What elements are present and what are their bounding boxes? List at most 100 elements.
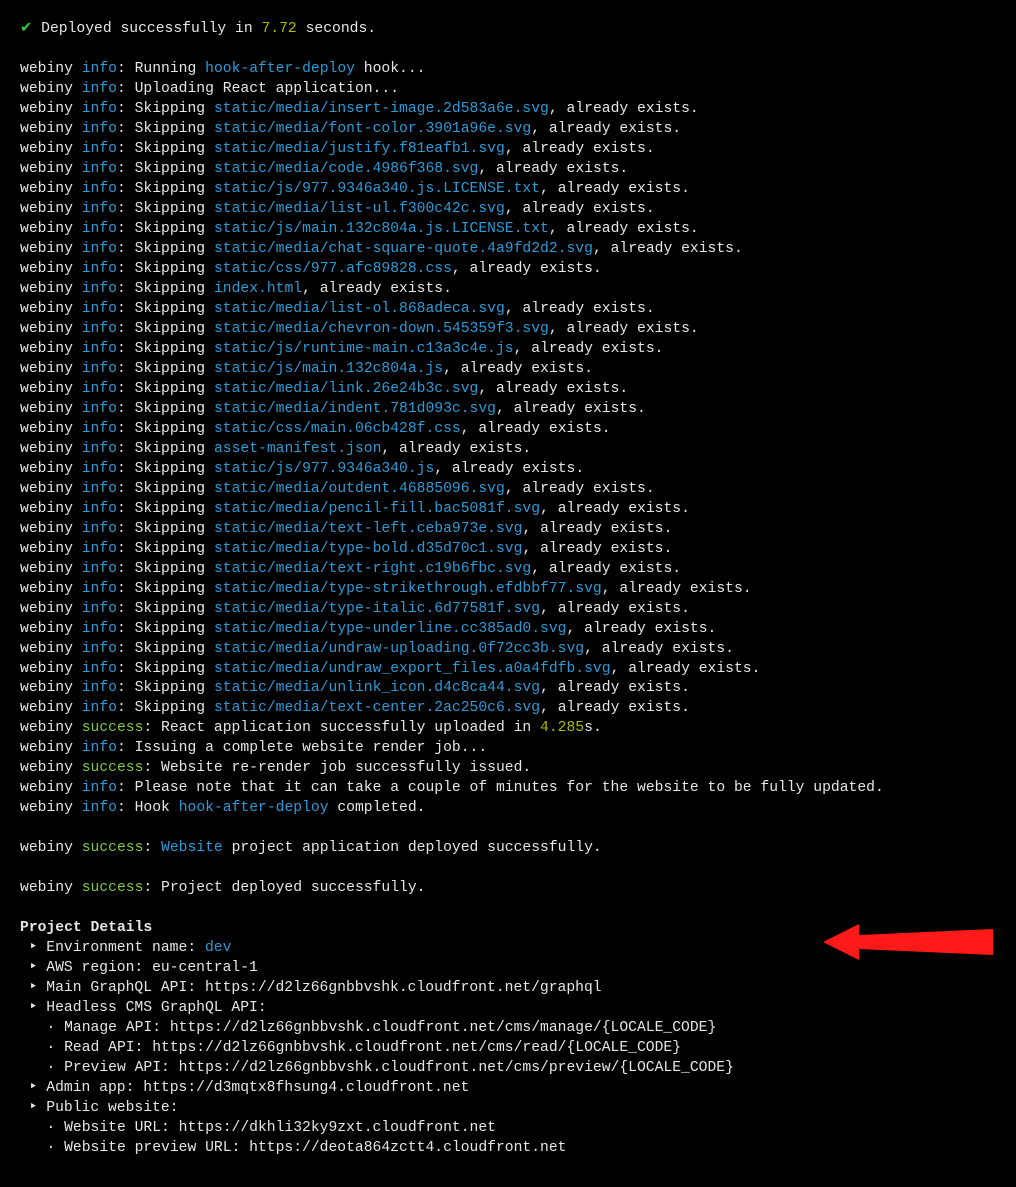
blank-line: [20, 40, 996, 60]
log-text: Skipping: [135, 601, 214, 617]
log-line: webiny info: Skipping static/css/977.afc…: [20, 260, 996, 280]
log-prefix: webiny: [20, 121, 82, 137]
log-line: webiny info: Skipping static/media/chat-…: [20, 240, 996, 260]
detail-label: ‣ Main GraphQL API:: [20, 980, 205, 996]
log-prefix: webiny: [20, 880, 82, 896]
log-prefix: webiny: [20, 621, 82, 637]
log-sep: :: [117, 361, 135, 377]
log-prefix: webiny: [20, 521, 82, 537]
log-text: , already exists.: [496, 401, 646, 417]
log-path: static/media/list-ol.868adeca.svg: [214, 301, 505, 317]
log-line: webiny info: Skipping asset-manifest.jso…: [20, 440, 996, 460]
log-sep: :: [117, 601, 135, 617]
log-text: , already exists.: [505, 481, 655, 497]
log-prefix: webiny: [20, 720, 82, 736]
log-text: hook...: [355, 61, 426, 77]
log-path: static/media/type-italic.6d77581f.svg: [214, 601, 540, 617]
log-text: Skipping: [135, 501, 214, 517]
log-prefix: webiny: [20, 680, 82, 696]
log-line: webiny info: Skipping static/media/type-…: [20, 600, 996, 620]
log-line: webiny info: Skipping static/js/main.132…: [20, 220, 996, 240]
blank-line: [20, 859, 996, 879]
detail-sub-value: · Read API: https://d2lz66gnbbvshk.cloud…: [20, 1040, 681, 1056]
log-line: webiny info: Skipping static/media/inser…: [20, 100, 996, 120]
log-prefix: webiny: [20, 261, 82, 277]
log-prefix: webiny: [20, 700, 82, 716]
log-level: info: [82, 121, 117, 137]
blank-line: [20, 819, 996, 839]
log-sep: :: [117, 561, 135, 577]
log-sep: :: [117, 481, 135, 497]
log-prefix: webiny: [20, 321, 82, 337]
log-sep: :: [117, 641, 135, 657]
log-path: static/js/977.9346a340.js.LICENSE.txt: [214, 181, 540, 197]
log-level: success: [82, 840, 144, 856]
log-text: Skipping: [135, 381, 214, 397]
log-text: , already exists.: [611, 661, 761, 677]
website-link-word: Website: [161, 840, 223, 856]
log-line: webiny info: Skipping static/media/font-…: [20, 120, 996, 140]
log-level: info: [82, 740, 117, 756]
log-prefix: webiny: [20, 381, 82, 397]
log-level: info: [82, 261, 117, 277]
terminal-output[interactable]: ✔ Deployed successfully in 7.72 seconds.…: [0, 0, 1016, 1187]
detail-sub-value: · Preview API: https://d2lz66gnbbvshk.cl…: [20, 1060, 734, 1076]
log-level: info: [82, 421, 117, 437]
log-text: Skipping: [135, 161, 214, 177]
log-text: Skipping: [135, 561, 214, 577]
final-website-line: webiny success: Website project applicat…: [20, 839, 996, 859]
log-text: , already exists.: [381, 441, 531, 457]
detail-item: ‣ Main GraphQL API: https://d2lz66gnbbvs…: [20, 979, 996, 999]
log-level: info: [82, 361, 117, 377]
log-text: Skipping: [135, 421, 214, 437]
log-path: static/media/type-strikethrough.efdbbf77…: [214, 581, 602, 597]
log-sep: :: [117, 81, 135, 97]
log-level: success: [82, 720, 144, 736]
log-line: webiny info: Skipping static/media/type-…: [20, 540, 996, 560]
log-text: , already exists.: [522, 521, 672, 537]
log-text: , already exists.: [549, 101, 699, 117]
log-prefix: webiny: [20, 541, 82, 557]
log-path: static/media/pencil-fill.bac5081f.svg: [214, 501, 540, 517]
log-path: static/media/type-underline.cc385ad0.svg: [214, 621, 567, 637]
log-prefix: webiny: [20, 501, 82, 517]
log-sep: :: [117, 301, 135, 317]
log-path: static/media/insert-image.2d583a6e.svg: [214, 101, 549, 117]
log-line: webiny info: Skipping static/media/list-…: [20, 300, 996, 320]
log-text: Skipping: [135, 700, 214, 716]
log-text: , already exists.: [302, 281, 452, 297]
log-prefix: webiny: [20, 840, 82, 856]
detail-label: ‣ Environment name:: [20, 940, 205, 956]
log-text: , already exists.: [531, 561, 681, 577]
log-line: webiny info: Please note that it can tak…: [20, 779, 996, 799]
log-sep: :: [117, 680, 135, 696]
log-text: Skipping: [135, 361, 214, 377]
log-line: webiny info: Skipping static/media/list-…: [20, 200, 996, 220]
log-sep: :: [117, 141, 135, 157]
detail-subitem: · Preview API: https://d2lz66gnbbvshk.cl…: [20, 1059, 996, 1079]
log-line: webiny info: Issuing a complete website …: [20, 739, 996, 759]
log-num: 4.285: [540, 720, 584, 736]
log-prefix: webiny: [20, 301, 82, 317]
log-path: static/js/runtime-main.c13a3c4e.js: [214, 341, 514, 357]
log-path: static/media/indent.781d093c.svg: [214, 401, 496, 417]
log-path: static/media/text-left.ceba973e.svg: [214, 521, 523, 537]
log-sep: :: [117, 461, 135, 477]
log-prefix: webiny: [20, 561, 82, 577]
log-line: webiny info: Skipping static/media/inden…: [20, 400, 996, 420]
log-text: Skipping: [135, 461, 214, 477]
log-level: info: [82, 441, 117, 457]
log-path: index.html: [214, 281, 302, 297]
log-level: success: [82, 880, 144, 896]
log-line: webiny info: Skipping static/media/unlin…: [20, 679, 996, 699]
log-text: , already exists.: [540, 680, 690, 696]
log-path: hook-after-deploy: [205, 61, 355, 77]
log-prefix: webiny: [20, 421, 82, 437]
log-text: Skipping: [135, 201, 214, 217]
log-level: info: [82, 621, 117, 637]
log-text: Skipping: [135, 521, 214, 537]
detail-subitem: · Manage API: https://d2lz66gnbbvshk.clo…: [20, 1019, 996, 1039]
log-sep: :: [117, 441, 135, 457]
log-prefix: webiny: [20, 181, 82, 197]
detail-value: https://d3mqtx8fhsung4.cloudfront.net: [143, 1080, 469, 1096]
